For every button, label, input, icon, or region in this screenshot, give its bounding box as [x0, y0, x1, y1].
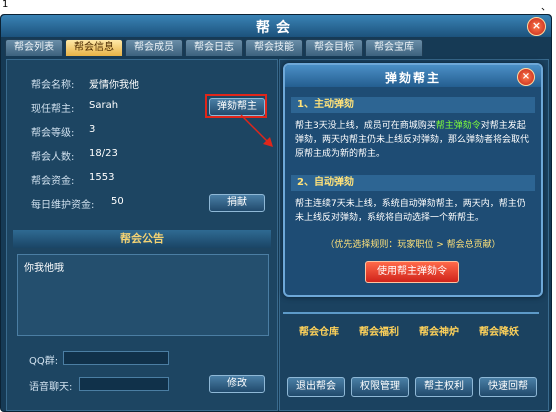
guild-name-label: 帮会名称: [31, 80, 75, 91]
popup-titlebar: 弹劾帮主 × [285, 65, 541, 87]
section1-text-a: 帮主3天没上线，成员可在商城购买 [295, 121, 436, 131]
leader-value: Sarah [89, 100, 119, 111]
notice-box[interactable]: 你我他哦 [17, 254, 269, 336]
qq-group-input[interactable] [63, 351, 169, 365]
section-active-impeach-text: 帮主3天没上线，成员可在商城购买帮主弹劾令对帮主发起弹劾，两天内帮主仍未上线反对… [295, 119, 533, 161]
priority-rule-text: （优先选择规则：玩家职位 > 帮会总贡献） [325, 240, 501, 250]
quick-return-button[interactable]: 快速回帮 [479, 377, 537, 397]
section-auto-impeach-title: 2、自动弹劾 [291, 175, 535, 191]
use-impeach-token-button[interactable]: 使用帮主弹劾令 [365, 261, 459, 283]
members-value: 18/23 [89, 148, 118, 159]
upkeep-value: 50 [111, 196, 124, 207]
modify-button[interactable]: 修改 [209, 375, 265, 393]
impeach-token-link[interactable]: 帮主弹劾令 [436, 121, 481, 131]
leader-rights-button[interactable]: 帮主权利 [415, 377, 473, 397]
tab-guild-vault[interactable]: 帮会宝库 [365, 39, 423, 56]
tab-guild-skills[interactable]: 帮会技能 [245, 39, 303, 56]
leader-label: 现任帮主: [31, 104, 75, 115]
section-auto-impeach-text: 帮主连续7天未上线，系统自动弹劾帮主，两天内，帮主仍未上线反对弹劾，系统将自动选… [295, 199, 526, 223]
tab-guild-goals[interactable]: 帮会目标 [305, 39, 363, 56]
level-value: 3 [89, 124, 96, 135]
section-active-impeach-title: 1、主动弹劾 [291, 97, 535, 113]
tab-guild-log[interactable]: 帮会日志 [185, 39, 243, 56]
corner-mark: 、 [541, 2, 551, 13]
notice-header: 帮会公告 [13, 230, 271, 248]
divider [283, 312, 539, 314]
funds-value: 1553 [89, 172, 115, 183]
feature-guild-furnace[interactable]: 帮会神炉 [419, 323, 459, 338]
level-label: 帮会等级: [31, 128, 75, 139]
popup-title: 弹劾帮主 [384, 71, 441, 85]
guild-name-value: 爱情你我他 [89, 80, 139, 91]
upkeep-label: 每日维护资金: [31, 200, 95, 211]
tab-guild-members[interactable]: 帮会成员 [125, 39, 183, 56]
voice-chat-input[interactable] [79, 377, 169, 391]
permission-manage-button[interactable]: 权限管理 [351, 377, 409, 397]
corner-number: 1 [2, 0, 9, 10]
red-arrow-icon [240, 114, 273, 147]
impeach-popup: 弹劾帮主 × 1、主动弹劾 帮主3天没上线，成员可在商城购买帮主弹劾令对帮主发起… [283, 63, 543, 297]
close-icon[interactable]: × [527, 17, 546, 36]
voice-chat-label: 语音聊天: [29, 382, 73, 393]
tab-guild-list[interactable]: 帮会列表 [5, 39, 63, 56]
funds-label: 帮会资金: [31, 176, 75, 187]
feature-guild-welfare[interactable]: 帮会福利 [359, 323, 399, 338]
guild-window: 帮会 × 帮会列表 帮会信息 帮会成员 帮会日志 帮会技能 帮会目标 帮会宝库 … [0, 14, 552, 412]
close-icon[interactable]: × [517, 68, 535, 86]
members-label: 帮会人数: [31, 152, 75, 163]
donate-button[interactable]: 捐献 [209, 194, 265, 212]
quit-guild-button[interactable]: 退出帮会 [287, 377, 345, 397]
tab-guild-info[interactable]: 帮会信息 [65, 39, 123, 56]
qq-group-label: QQ群: [29, 356, 59, 367]
feature-guild-warehouse[interactable]: 帮会仓库 [299, 323, 339, 338]
window-title: 帮会 [256, 20, 296, 36]
tab-bar: 帮会列表 帮会信息 帮会成员 帮会日志 帮会技能 帮会目标 帮会宝库 [5, 39, 551, 57]
notice-text: 你我他哦 [24, 263, 64, 274]
window-titlebar: 帮会 × [1, 15, 551, 37]
feature-guild-demon[interactable]: 帮会降妖 [479, 323, 519, 338]
guild-info-panel: 帮会名称: 爱情你我他 现任帮主: Sarah 帮会等级: 3 帮会人数: 18… [6, 59, 278, 411]
